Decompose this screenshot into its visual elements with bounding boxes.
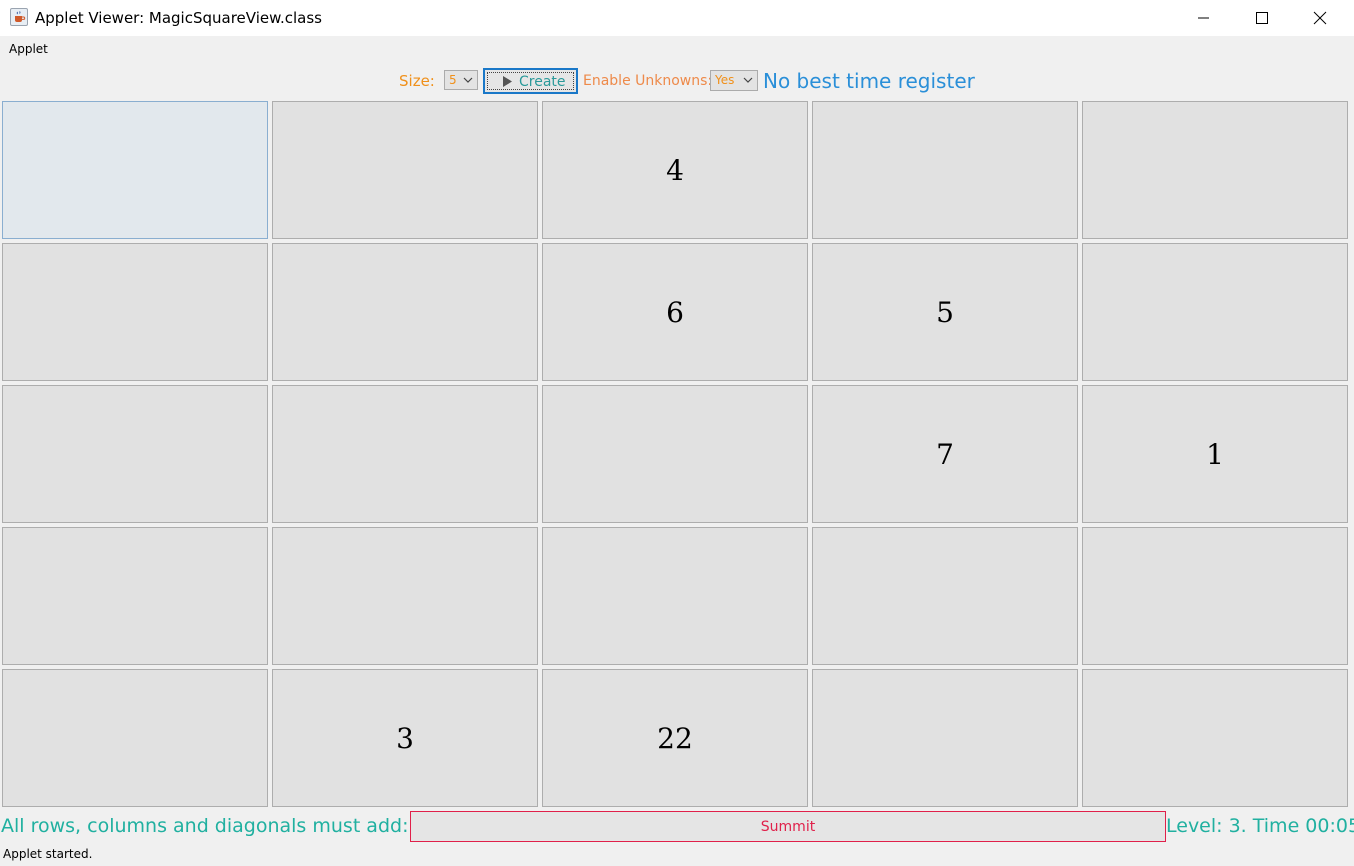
- grid-cell-r1-c4[interactable]: [812, 101, 1078, 239]
- menu-applet[interactable]: Applet: [9, 42, 48, 56]
- grid-cell-r4-c3[interactable]: [542, 527, 808, 665]
- close-icon: [1313, 11, 1327, 25]
- enable-unknowns-select[interactable]: Yes: [710, 70, 758, 91]
- grid-cell-r2-c5[interactable]: [1082, 243, 1348, 381]
- grid-cell-r4-c4[interactable]: [812, 527, 1078, 665]
- grid-cell-r1-c5[interactable]: [1082, 101, 1348, 239]
- grid-cell-r3-c1[interactable]: [2, 385, 268, 523]
- grid-cell-r5-c1[interactable]: [2, 669, 268, 807]
- java-cup-icon: [10, 8, 28, 26]
- minimize-icon: [1198, 17, 1209, 19]
- cell-value: [273, 102, 537, 238]
- grid-cell-r5-c4[interactable]: [812, 669, 1078, 807]
- grid-cell-r4-c5[interactable]: [1082, 527, 1348, 665]
- magic-square-grid: 4 6 5 7 1 3 22: [0, 100, 1352, 810]
- cell-value: [1083, 244, 1347, 380]
- sum-hint: All rows, columns and diagonals must add…: [1, 815, 439, 837]
- grid-cell-r3-c5[interactable]: 1: [1082, 385, 1348, 523]
- grid-cell-r3-c4[interactable]: 7: [812, 385, 1078, 523]
- cell-value: [543, 528, 807, 664]
- play-icon: [503, 76, 512, 87]
- grid-cell-r1-c1[interactable]: [2, 101, 268, 239]
- cell-value: 1: [1206, 437, 1224, 471]
- summit-button-label: Summit: [760, 819, 816, 835]
- grid-cell-r3-c2[interactable]: [272, 385, 538, 523]
- size-select-value: 5: [449, 73, 457, 87]
- grid-cell-r4-c2[interactable]: [272, 527, 538, 665]
- cell-value: [273, 244, 537, 380]
- maximize-icon: [1256, 12, 1268, 24]
- grid-cell-r3-c3[interactable]: [542, 385, 808, 523]
- chevron-down-icon: [463, 77, 473, 83]
- grid-cell-r2-c3[interactable]: 6: [542, 243, 808, 381]
- level-time-label: Level: 3. Time 00:05: [1166, 815, 1354, 837]
- cell-value: 6: [666, 295, 684, 329]
- size-label: Size:: [399, 72, 435, 90]
- summit-button[interactable]: Summit: [410, 811, 1166, 842]
- grid-cell-r5-c2[interactable]: 3: [272, 669, 538, 807]
- cell-value: 3: [396, 721, 414, 755]
- cell-value: 4: [666, 153, 684, 187]
- status-bar: Applet started.: [3, 847, 93, 861]
- maximize-button[interactable]: [1233, 0, 1291, 36]
- cell-value: [3, 528, 267, 664]
- cell-value: [1083, 102, 1347, 238]
- grid-cell-r1-c2[interactable]: [272, 101, 538, 239]
- create-button-label: Create: [519, 74, 566, 90]
- grid-cell-r2-c4[interactable]: 5: [812, 243, 1078, 381]
- toolbar: Size: 5 Create Enable Unknowns: Yes No b…: [0, 60, 1354, 100]
- menu-bar: Applet: [0, 36, 1354, 60]
- chevron-down-icon: [743, 77, 753, 83]
- title-bar: Applet Viewer: MagicSquareView.class: [0, 0, 1354, 36]
- cell-value: [1083, 670, 1347, 806]
- cell-value: 7: [936, 437, 954, 471]
- create-button[interactable]: Create: [483, 68, 578, 94]
- grid-cell-r5-c3[interactable]: 22: [542, 669, 808, 807]
- cell-value: 22: [657, 721, 693, 755]
- cell-value: [3, 670, 267, 806]
- size-select[interactable]: 5: [444, 70, 478, 90]
- grid-cell-r1-c3[interactable]: 4: [542, 101, 808, 239]
- cell-value: [3, 102, 267, 238]
- cell-value: [1083, 528, 1347, 664]
- close-button[interactable]: [1291, 0, 1349, 36]
- cell-value: [813, 670, 1077, 806]
- cell-value: [813, 102, 1077, 238]
- enable-unknowns-value: Yes: [715, 73, 735, 87]
- grid-cell-r4-c1[interactable]: [2, 527, 268, 665]
- grid-cell-r2-c1[interactable]: [2, 243, 268, 381]
- cell-value: [273, 528, 537, 664]
- cell-value: [813, 528, 1077, 664]
- cell-value: 5: [936, 295, 954, 329]
- best-time-label: No best time register: [763, 69, 975, 93]
- cell-value: [543, 386, 807, 522]
- window-title: Applet Viewer: MagicSquareView.class: [35, 9, 322, 27]
- grid-cell-r5-c5[interactable]: [1082, 669, 1348, 807]
- minimize-button[interactable]: [1175, 0, 1233, 36]
- cell-value: [273, 386, 537, 522]
- grid-cell-r2-c2[interactable]: [272, 243, 538, 381]
- cell-value: [3, 386, 267, 522]
- cell-value: [3, 244, 267, 380]
- enable-unknowns-label: Enable Unknowns:: [583, 73, 713, 89]
